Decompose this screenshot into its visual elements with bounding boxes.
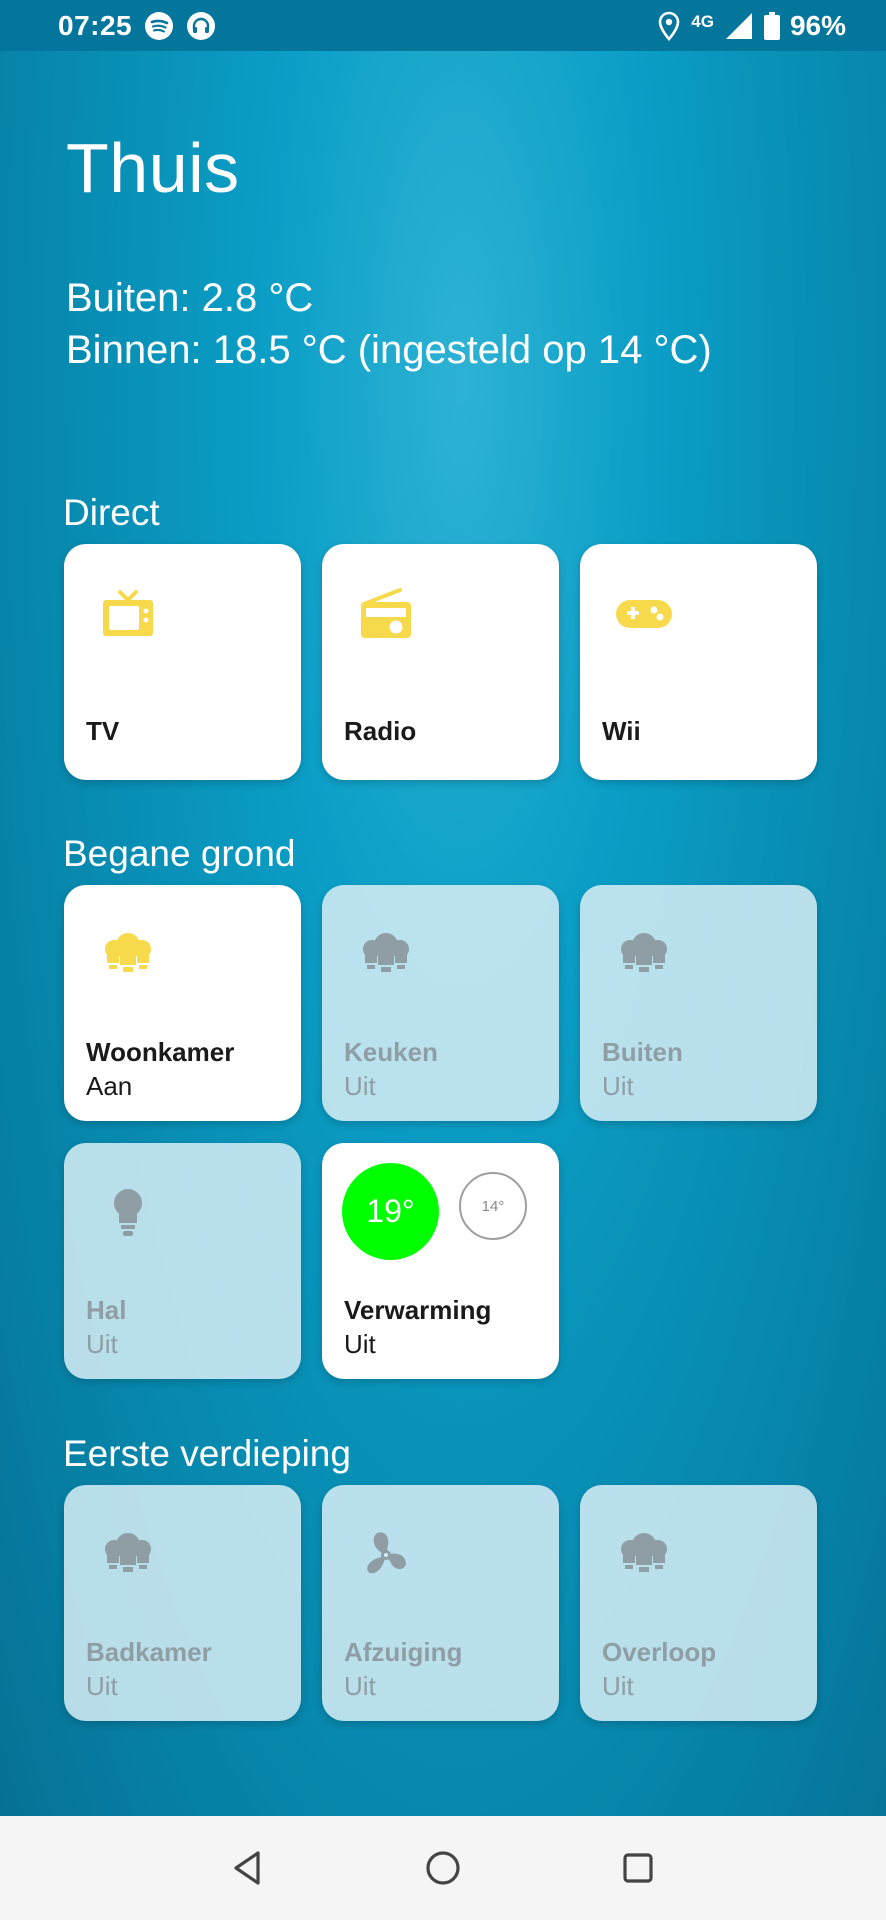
fan-icon — [356, 1525, 416, 1585]
tile-badkamer[interactable]: Badkamer Uit — [64, 1485, 301, 1721]
tile-label: Overloop — [602, 1637, 717, 1667]
tile-label: Verwarming — [344, 1295, 492, 1325]
status-bar: 07:25 4G 96% — [0, 0, 886, 51]
tile-buiten[interactable]: Buiten Uit — [580, 885, 817, 1121]
battery-icon — [763, 11, 780, 40]
tile-state: Uit — [86, 1329, 118, 1359]
location-icon — [657, 11, 681, 41]
page-title: Thuis — [66, 129, 240, 207]
spotify-icon — [144, 11, 174, 41]
temperature-summary: Buiten: 2.8 °C Binnen: 18.5 °C (ingestel… — [66, 272, 712, 376]
light-group-icon — [98, 1525, 158, 1585]
tile-label: Afzuiging — [344, 1637, 463, 1667]
tile-state: Aan — [86, 1071, 133, 1101]
tile-label: Wii — [602, 716, 641, 746]
tile-state: Uit — [602, 1671, 634, 1701]
home-button[interactable] — [413, 1838, 473, 1898]
headphones-icon — [186, 11, 216, 41]
battery-percent: 96% — [789, 9, 846, 41]
tile-state: Uit — [86, 1671, 118, 1701]
back-triangle-icon — [234, 1851, 260, 1885]
tile-woonkamer[interactable]: Woonkamer Aan — [64, 885, 301, 1121]
light-group-icon — [98, 925, 158, 985]
light-group-icon — [356, 925, 416, 985]
tile-verwarming[interactable]: 19° 14° Verwarming Uit — [322, 1143, 559, 1379]
light-group-icon — [614, 1525, 674, 1585]
light-group-icon — [614, 925, 674, 985]
tile-overloop[interactable]: Overloop Uit — [580, 1485, 817, 1721]
recents-square-icon — [623, 1853, 653, 1883]
home-circle-icon — [426, 1851, 460, 1885]
navigation-bar — [0, 1816, 886, 1920]
back-button[interactable] — [218, 1838, 278, 1898]
tile-tv[interactable]: TV — [64, 544, 301, 780]
bulb-icon — [98, 1183, 158, 1243]
inside-temperature: Binnen: 18.5 °C (ingesteld op 14 °C) — [66, 328, 712, 372]
tile-label: TV — [86, 716, 120, 746]
tile-label: Radio — [344, 716, 417, 746]
outside-temperature: Buiten: 2.8 °C — [66, 276, 314, 320]
gamepad-icon — [614, 584, 674, 644]
radio-icon — [356, 584, 416, 644]
section-title-ground-floor: Begane grond — [63, 833, 296, 874]
recents-button[interactable] — [608, 1838, 668, 1898]
tile-label: Buiten — [602, 1037, 683, 1067]
tile-label: Woonkamer — [86, 1037, 235, 1067]
tile-label: Badkamer — [86, 1637, 212, 1667]
tile-state: Uit — [344, 1329, 376, 1359]
tile-wii[interactable]: Wii — [580, 544, 817, 780]
tile-afzuiging[interactable]: Afzuiging Uit — [322, 1485, 559, 1721]
tile-state: Uit — [344, 1671, 376, 1701]
section-title-first-floor: Eerste verdieping — [63, 1433, 351, 1474]
tile-radio[interactable]: Radio — [322, 544, 559, 780]
tile-keuken[interactable]: Keuken Uit — [322, 885, 559, 1121]
section-title-direct: Direct — [63, 492, 160, 533]
network-type: 4G — [691, 11, 714, 31]
tile-label: Keuken — [344, 1037, 438, 1067]
clock: 07:25 — [58, 9, 133, 41]
tile-label: Hal — [86, 1295, 127, 1325]
target-temperature-badge[interactable]: 14° — [459, 1172, 527, 1240]
current-temperature-badge: 19° — [342, 1163, 439, 1260]
tv-icon — [98, 584, 158, 644]
tile-state: Uit — [602, 1071, 634, 1101]
signal-icon — [724, 11, 754, 41]
tile-state: Uit — [344, 1071, 376, 1101]
tile-hal[interactable]: Hal Uit — [64, 1143, 301, 1379]
